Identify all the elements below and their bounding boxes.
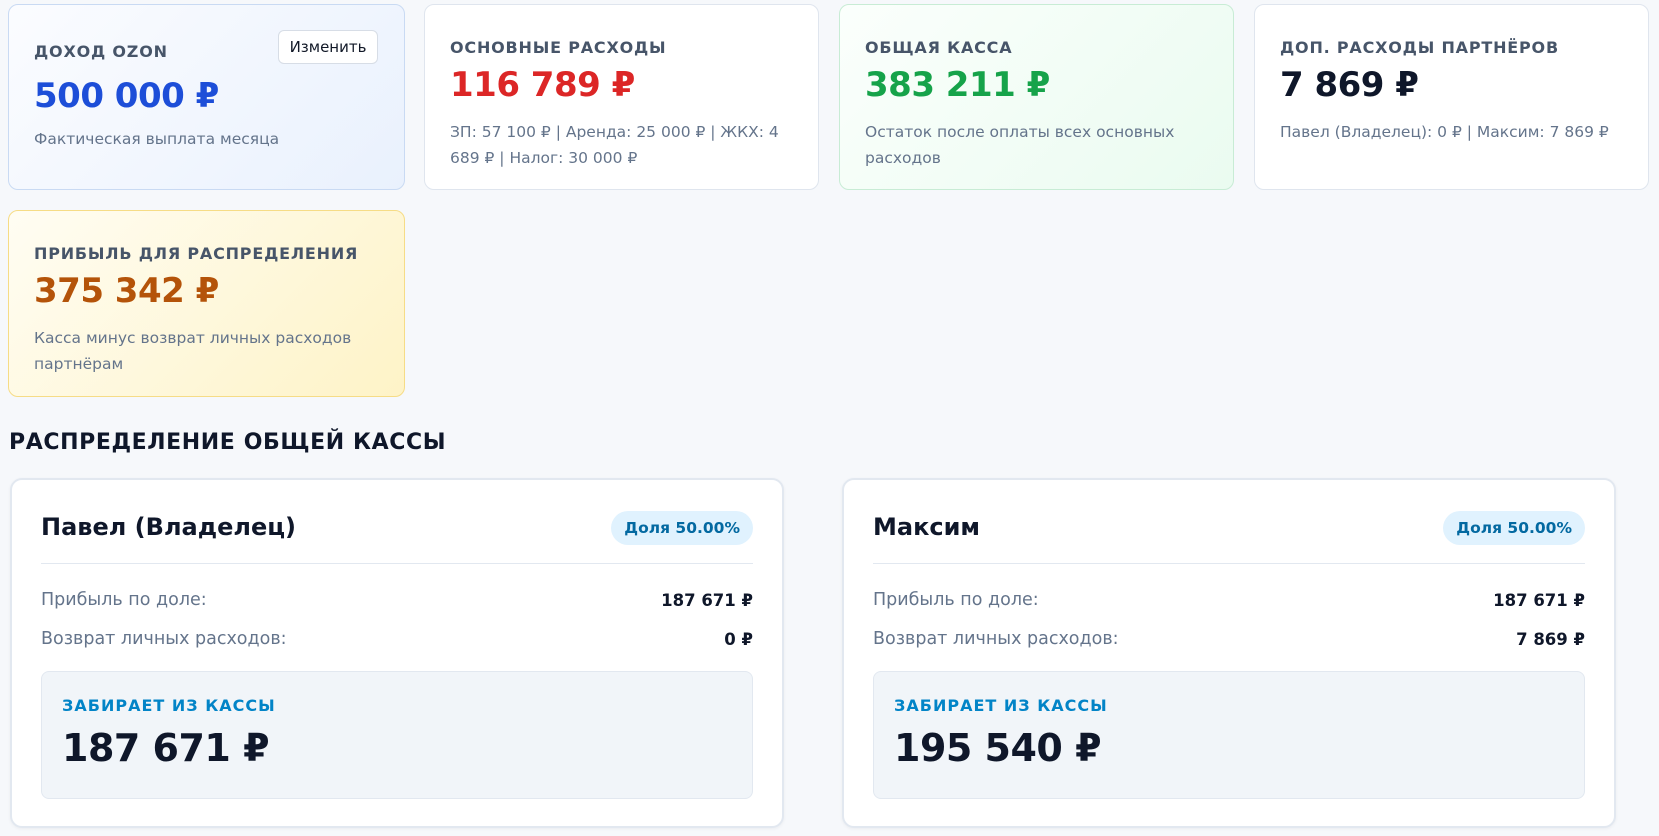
income-label: Доход OZON — [34, 42, 168, 61]
partner-expenses-card: Доп. расходы партнёров 7 869 ₽ Павел (Вл… — [1254, 4, 1649, 190]
refund-row: Возврат личных расходов: 0 ₽ — [41, 626, 753, 652]
partner-name: Павел (Владелец) — [41, 513, 296, 541]
refund-row: Возврат личных расходов: 7 869 ₽ — [873, 626, 1585, 652]
income-value: 500 000 ₽ — [34, 76, 219, 116]
expenses-label: Основные расходы — [450, 38, 667, 57]
profit-label: Прибыль для распределения — [34, 244, 359, 263]
profit-share-value: 187 671 ₽ — [661, 590, 753, 610]
take-from-cash-label: Забирает из кассы — [894, 696, 1108, 715]
profit-share-label: Прибыль по доле: — [873, 590, 1039, 610]
share-badge: Доля 50.00% — [1443, 511, 1585, 545]
edit-income-button[interactable]: Изменить — [278, 30, 378, 64]
share-badge: Доля 50.00% — [611, 511, 753, 545]
cash-card: Общая касса 383 211 ₽ Остаток после опла… — [839, 4, 1234, 190]
partner-card-pavel: Павел (Владелец) Доля 50.00% Прибыль по … — [10, 478, 784, 828]
take-from-cash-value: 195 540 ₽ — [894, 726, 1102, 770]
income-description: Фактическая выплата месяца — [34, 130, 280, 148]
partner-card-maxim: Максим Доля 50.00% Прибыль по доле: 187 … — [842, 478, 1616, 828]
income-card: Доход OZON Изменить 500 000 ₽ Фактическа… — [8, 4, 405, 190]
profit-card: Прибыль для распределения 375 342 ₽ Касс… — [8, 210, 405, 397]
cash-value: 383 211 ₽ — [865, 65, 1050, 105]
take-from-cash-box: Забирает из кассы 187 671 ₽ — [41, 671, 753, 799]
expenses-card: Основные расходы 116 789 ₽ ЗП: 57 100 ₽ … — [424, 4, 819, 190]
profit-value: 375 342 ₽ — [34, 271, 219, 311]
profit-share-label: Прибыль по доле: — [41, 590, 207, 610]
take-from-cash-label: Забирает из кассы — [62, 696, 276, 715]
divider — [873, 563, 1585, 564]
cash-description: Остаток после оплаты всех основных расхо… — [865, 123, 1175, 167]
refund-label: Возврат личных расходов: — [873, 629, 1119, 649]
expenses-description: ЗП: 57 100 ₽ | Аренда: 25 000 ₽ | ЖКХ: 4… — [450, 123, 779, 167]
partner-name: Максим — [873, 513, 981, 541]
refund-value: 0 ₽ — [724, 629, 753, 649]
cash-label: Общая касса — [865, 38, 1013, 57]
divider — [41, 563, 753, 564]
take-from-cash-value: 187 671 ₽ — [62, 726, 270, 770]
refund-label: Возврат личных расходов: — [41, 629, 287, 649]
profit-share-value: 187 671 ₽ — [1493, 590, 1585, 610]
profit-share-row: Прибыль по доле: 187 671 ₽ — [41, 587, 753, 613]
profit-share-row: Прибыль по доле: 187 671 ₽ — [873, 587, 1585, 613]
expenses-value: 116 789 ₽ — [450, 65, 635, 105]
take-from-cash-box: Забирает из кассы 195 540 ₽ — [873, 671, 1585, 799]
partner-expenses-description: Павел (Владелец): 0 ₽ | Максим: 7 869 ₽ — [1280, 123, 1609, 141]
section-title: РАСПРЕДЕЛЕНИЕ ОБЩЕЙ КАССЫ — [9, 430, 447, 455]
partner-expenses-value: 7 869 ₽ — [1280, 65, 1419, 105]
profit-description: Касса минус возврат личных расходов парт… — [34, 329, 352, 373]
refund-value: 7 869 ₽ — [1516, 629, 1585, 649]
partner-expenses-label: Доп. расходы партнёров — [1280, 38, 1559, 57]
